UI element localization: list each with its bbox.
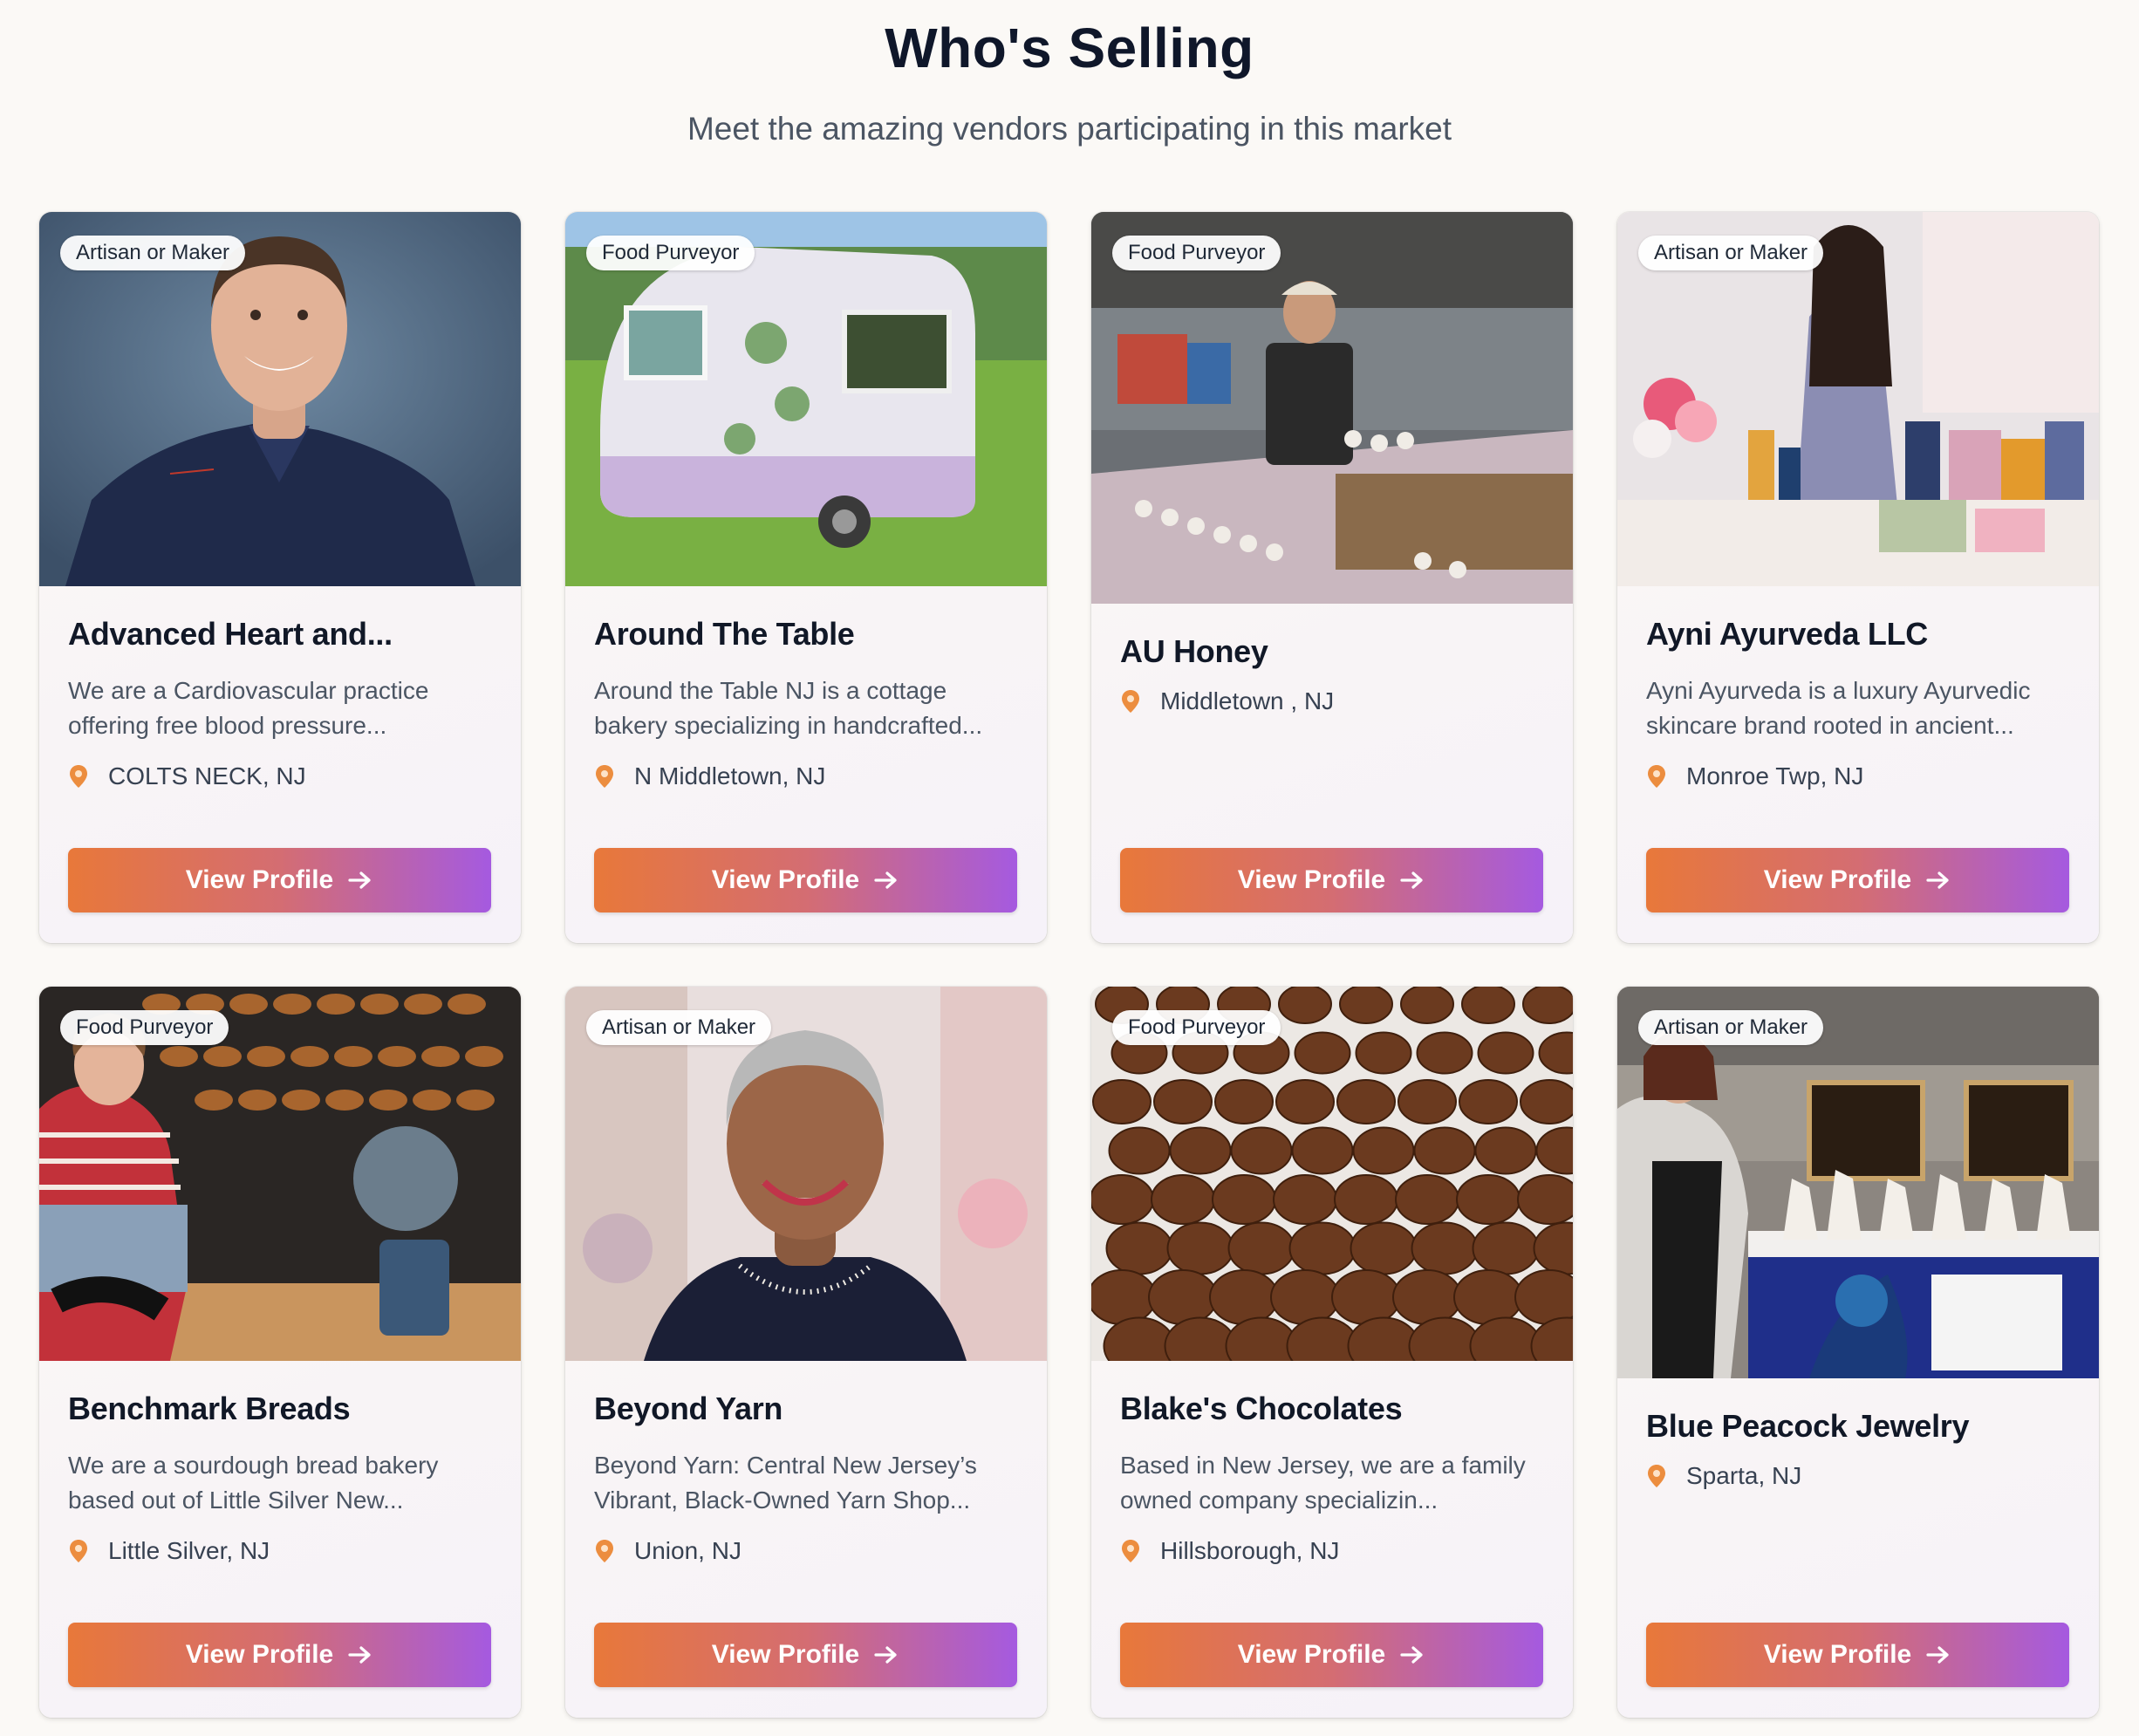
arrow-right-icon xyxy=(1926,871,1949,889)
arrow-right-icon xyxy=(1400,1646,1423,1664)
vendor-location-text: Hillsborough, NJ xyxy=(1160,1537,1340,1564)
view-profile-label: View Profile xyxy=(1237,1640,1386,1669)
vendor-photo xyxy=(1091,212,1573,604)
view-profile-label: View Profile xyxy=(711,1640,860,1669)
vendor-card[interactable]: Food Purveyor Around The Table Around th… xyxy=(565,212,1047,943)
section-subtitle: Meet the amazing vendors participating i… xyxy=(687,111,1452,147)
vendor-card[interactable]: Artisan or Maker Ayni Ayurveda LLC Ayni … xyxy=(1617,212,2099,943)
vendor-location: Sparta, NJ xyxy=(1646,1462,2070,1490)
location-pin-icon xyxy=(1648,1465,1665,1487)
view-profile-label: View Profile xyxy=(711,865,860,894)
vendor-name: Blake's Chocolates xyxy=(1120,1391,1403,1426)
vendor-name: Ayni Ayurveda LLC xyxy=(1646,616,1928,652)
category-badge: Artisan or Maker xyxy=(586,1010,772,1045)
vendor-name: AU Honey xyxy=(1120,633,1268,669)
vendor-location-text: COLTS NECK, NJ xyxy=(108,762,306,789)
view-profile-label: View Profile xyxy=(185,1640,334,1669)
arrow-right-icon xyxy=(874,871,897,889)
arrow-right-icon xyxy=(348,1646,371,1664)
vendor-card[interactable]: Artisan or Maker Blue Peacock Jewelry Sp… xyxy=(1617,987,2099,1718)
view-profile-button[interactable]: View Profile xyxy=(1646,848,2069,912)
category-badge: Food Purveyor xyxy=(586,236,755,270)
view-profile-button[interactable]: View Profile xyxy=(594,848,1017,912)
category-badge: Artisan or Maker xyxy=(1638,1010,1824,1045)
vendor-location: Union, NJ xyxy=(594,1537,1018,1565)
location-pin-icon xyxy=(596,765,613,788)
view-profile-button[interactable]: View Profile xyxy=(1120,848,1543,912)
section-title: Who's Selling xyxy=(885,17,1254,79)
vendor-location-text: Union, NJ xyxy=(634,1537,741,1564)
view-profile-button[interactable]: View Profile xyxy=(1120,1623,1543,1687)
vendor-description: Around the Table NJ is a cottage bakery … xyxy=(594,677,983,739)
vendor-location: Middletown , NJ xyxy=(1120,687,1544,715)
vendor-name: Beyond Yarn xyxy=(594,1391,783,1426)
view-profile-label: View Profile xyxy=(1763,865,1912,894)
arrow-right-icon xyxy=(1400,871,1423,889)
vendor-location-text: N Middletown, NJ xyxy=(634,762,826,789)
vendor-location-text: Middletown , NJ xyxy=(1160,687,1335,714)
vendor-description: Ayni Ayurveda is a luxury Ayurvedic skin… xyxy=(1646,677,2031,739)
vendor-card[interactable]: Food Purveyor AU Honey Middletown , NJ V… xyxy=(1091,212,1573,943)
view-profile-label: View Profile xyxy=(1237,865,1386,894)
location-pin-icon xyxy=(1122,1540,1139,1562)
category-badge: Artisan or Maker xyxy=(1638,236,1824,270)
view-profile-button[interactable]: View Profile xyxy=(68,848,491,912)
arrow-right-icon xyxy=(1926,1646,1949,1664)
vendor-location: N Middletown, NJ xyxy=(594,762,1018,790)
vendor-location: Little Silver, NJ xyxy=(68,1537,492,1565)
vendor-name: Advanced Heart and... xyxy=(68,616,393,652)
arrow-right-icon xyxy=(874,1646,897,1664)
vendor-name: Around The Table xyxy=(594,616,855,652)
vendor-card[interactable]: Artisan or Maker Beyond Yarn Beyond Yarn… xyxy=(565,987,1047,1718)
vendor-card[interactable]: Food Purveyor Benchmark Breads We are a … xyxy=(39,987,521,1718)
view-profile-button[interactable]: View Profile xyxy=(594,1623,1017,1687)
view-profile-label: View Profile xyxy=(1763,1640,1912,1669)
vendor-description: Beyond Yarn: Central New Jersey’s Vibran… xyxy=(594,1452,977,1514)
vendor-location: Monroe Twp, NJ xyxy=(1646,762,2070,790)
category-badge: Food Purveyor xyxy=(1112,1010,1281,1045)
vendor-location: Hillsborough, NJ xyxy=(1120,1537,1544,1565)
vendor-location-text: Little Silver, NJ xyxy=(108,1537,270,1564)
vendor-name: Blue Peacock Jewelry xyxy=(1646,1408,1970,1444)
vendor-grid: Artisan or Maker Advanced Heart and... W… xyxy=(39,212,2099,1718)
location-pin-icon xyxy=(596,1540,613,1562)
vendor-name: Benchmark Breads xyxy=(68,1391,351,1426)
vendor-description: We are a Cardiovascular practice offerin… xyxy=(68,677,429,739)
vendor-location-text: Monroe Twp, NJ xyxy=(1686,762,1864,789)
vendor-card[interactable]: Food Purveyor Blake's Chocolates Based i… xyxy=(1091,987,1573,1718)
vendor-description: We are a sourdough bread bakery based ou… xyxy=(68,1452,439,1514)
vendor-card[interactable]: Artisan or Maker Advanced Heart and... W… xyxy=(39,212,521,943)
category-badge: Food Purveyor xyxy=(1112,236,1281,270)
category-badge: Food Purveyor xyxy=(60,1010,229,1045)
vendor-description: Based in New Jersey, we are a family own… xyxy=(1120,1452,1526,1514)
category-badge: Artisan or Maker xyxy=(60,236,246,270)
location-pin-icon xyxy=(70,1540,87,1562)
vendor-location: COLTS NECK, NJ xyxy=(68,762,492,790)
vendor-photo xyxy=(1617,987,2099,1378)
view-profile-button[interactable]: View Profile xyxy=(1646,1623,2069,1687)
location-pin-icon xyxy=(1648,765,1665,788)
location-pin-icon xyxy=(70,765,87,788)
arrow-right-icon xyxy=(348,871,371,889)
view-profile-label: View Profile xyxy=(185,865,334,894)
vendor-location-text: Sparta, NJ xyxy=(1686,1462,1802,1489)
location-pin-icon xyxy=(1122,690,1139,713)
view-profile-button[interactable]: View Profile xyxy=(68,1623,491,1687)
